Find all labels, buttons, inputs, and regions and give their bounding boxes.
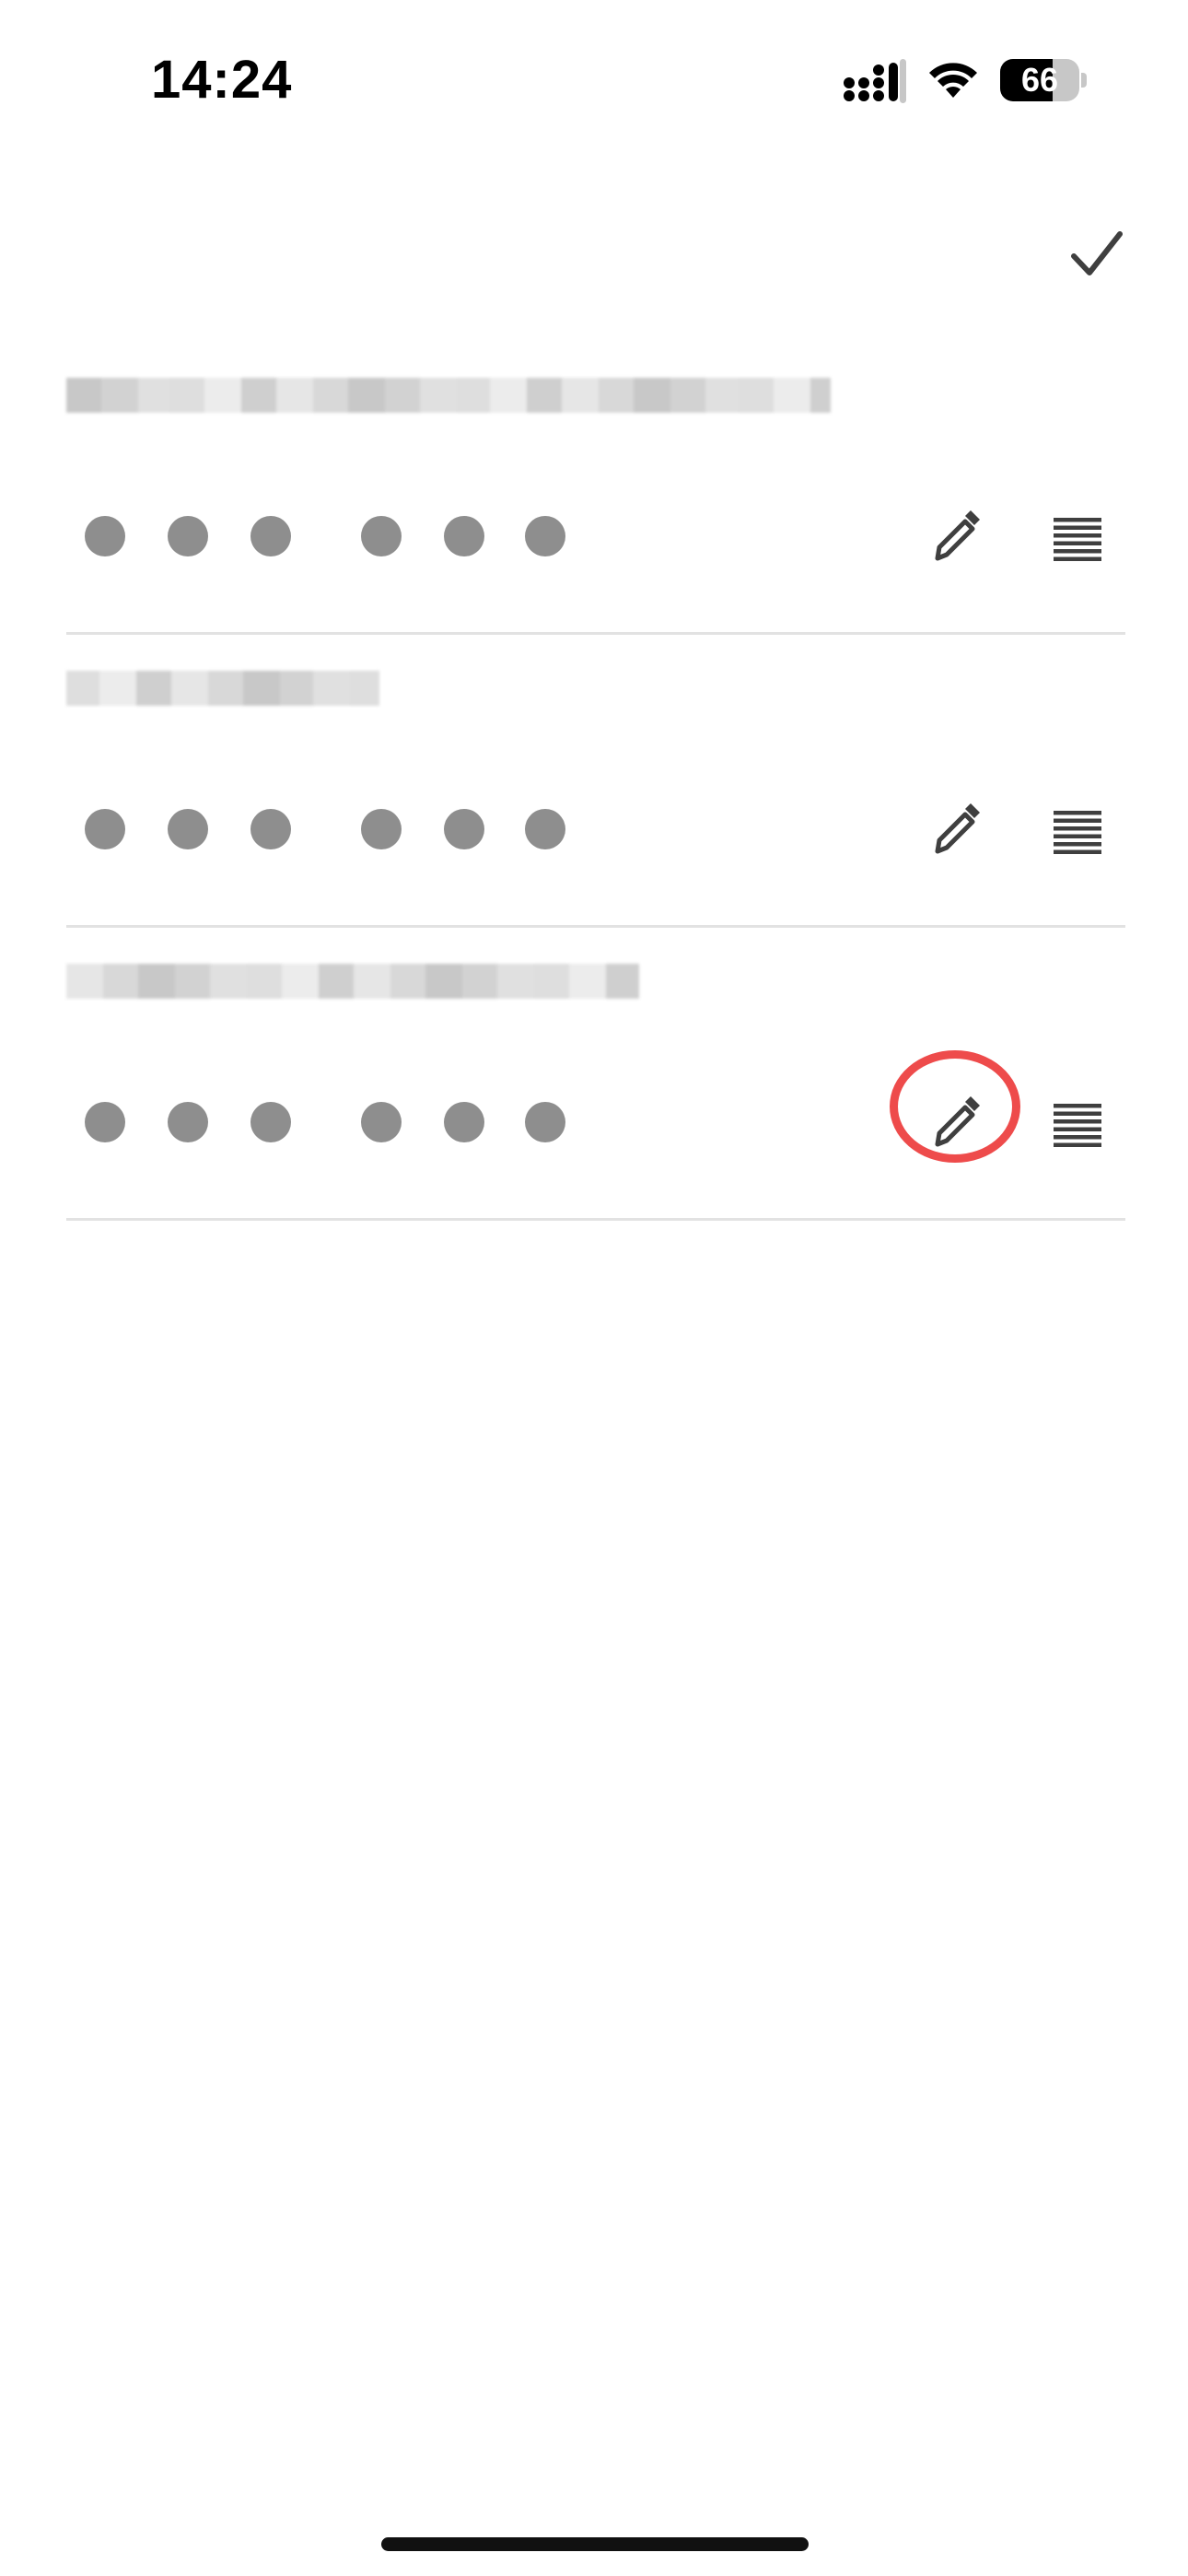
reorder-handle-icon <box>1054 518 1101 561</box>
redacted-block <box>282 964 319 999</box>
masked-digit-dot <box>361 1102 402 1142</box>
redacted-block <box>103 964 138 999</box>
redacted-block <box>99 671 136 706</box>
redacted-block <box>313 671 350 706</box>
redacted-block <box>313 378 348 413</box>
masked-digit-dot <box>250 516 291 556</box>
redacted-block <box>534 964 569 999</box>
redacted-title <box>66 671 379 706</box>
row-divider <box>66 925 1125 928</box>
redacted-block <box>169 378 204 413</box>
masked-digit-dot <box>250 1102 291 1142</box>
battery-indicator: 66 <box>1000 59 1087 101</box>
redacted-block <box>527 378 562 413</box>
masked-digit-dot <box>361 809 402 849</box>
redacted-block <box>670 378 705 413</box>
home-indicator[interactable] <box>381 2537 809 2551</box>
signal-icon <box>844 59 906 103</box>
redacted-block <box>66 378 101 413</box>
masked-code <box>85 516 600 556</box>
masked-digit-dot <box>168 809 208 849</box>
redacted-block <box>276 378 313 413</box>
redacted-block <box>210 964 247 999</box>
edit-button[interactable] <box>919 501 993 575</box>
done-button[interactable] <box>1059 217 1135 293</box>
redacted-block <box>171 671 208 706</box>
battery-level: 66 <box>1020 61 1059 99</box>
list-item <box>66 671 1125 962</box>
masked-digit-dot <box>444 1102 484 1142</box>
row-divider <box>66 632 1125 635</box>
list-item <box>66 378 1125 669</box>
redacted-block <box>208 671 243 706</box>
redacted-block <box>247 964 282 999</box>
redacted-block <box>810 378 831 413</box>
masked-digit-dot <box>168 1102 208 1142</box>
redacted-block <box>490 378 527 413</box>
pencil-icon <box>935 1096 980 1147</box>
redacted-block <box>138 964 175 999</box>
redacted-block <box>774 378 810 413</box>
redacted-block <box>138 378 169 413</box>
redacted-block <box>243 671 280 706</box>
redacted-block <box>66 964 103 999</box>
redacted-block <box>425 964 462 999</box>
wifi-icon <box>929 63 977 98</box>
redacted-block <box>350 671 379 706</box>
battery-cap <box>1081 73 1087 88</box>
masked-digit-dot <box>361 516 402 556</box>
masked-digit-dot <box>85 809 125 849</box>
masked-digit-dot <box>168 516 208 556</box>
redacted-block <box>385 378 420 413</box>
redacted-block <box>241 378 276 413</box>
redacted-block <box>462 964 497 999</box>
redacted-block <box>634 378 670 413</box>
redacted-block <box>420 378 457 413</box>
redacted-block <box>319 964 354 999</box>
redacted-block <box>569 964 606 999</box>
redacted-block <box>348 378 385 413</box>
redacted-block <box>497 964 534 999</box>
redacted-title <box>66 378 831 413</box>
masked-digit-dot <box>444 809 484 849</box>
pencil-icon <box>935 510 980 561</box>
reorder-handle[interactable] <box>1050 803 1105 859</box>
redacted-block <box>101 378 138 413</box>
redacted-block <box>354 964 390 999</box>
redacted-block <box>66 671 99 706</box>
edit-button[interactable] <box>919 1087 993 1161</box>
redacted-block <box>739 378 774 413</box>
checkmark-icon <box>1071 231 1123 275</box>
reorder-handle[interactable] <box>1050 510 1105 566</box>
reorder-handle-icon <box>1054 1104 1101 1147</box>
redacted-block <box>457 378 490 413</box>
reorder-handle[interactable] <box>1050 1096 1105 1152</box>
masked-code <box>85 809 600 849</box>
list-item <box>66 964 1125 1255</box>
redacted-block <box>705 378 739 413</box>
redacted-block <box>280 671 313 706</box>
redacted-block <box>599 378 634 413</box>
masked-code <box>85 1102 600 1142</box>
masked-digit-dot <box>85 516 125 556</box>
reorder-handle-icon <box>1054 811 1101 854</box>
redacted-block <box>204 378 241 413</box>
redacted-title <box>66 964 639 999</box>
redacted-block <box>136 671 171 706</box>
masked-digit-dot <box>525 1102 565 1142</box>
row-divider <box>66 1218 1125 1221</box>
status-time: 14:24 <box>151 50 293 110</box>
masked-digit-dot <box>525 516 565 556</box>
redacted-block <box>562 378 599 413</box>
pencil-icon <box>935 803 980 854</box>
redacted-block <box>175 964 210 999</box>
edit-button[interactable] <box>919 794 993 868</box>
masked-digit-dot <box>250 809 291 849</box>
redacted-block <box>390 964 425 999</box>
masked-digit-dot <box>525 809 565 849</box>
masked-digit-dot <box>85 1102 125 1142</box>
redacted-block <box>606 964 639 999</box>
masked-digit-dot <box>444 516 484 556</box>
